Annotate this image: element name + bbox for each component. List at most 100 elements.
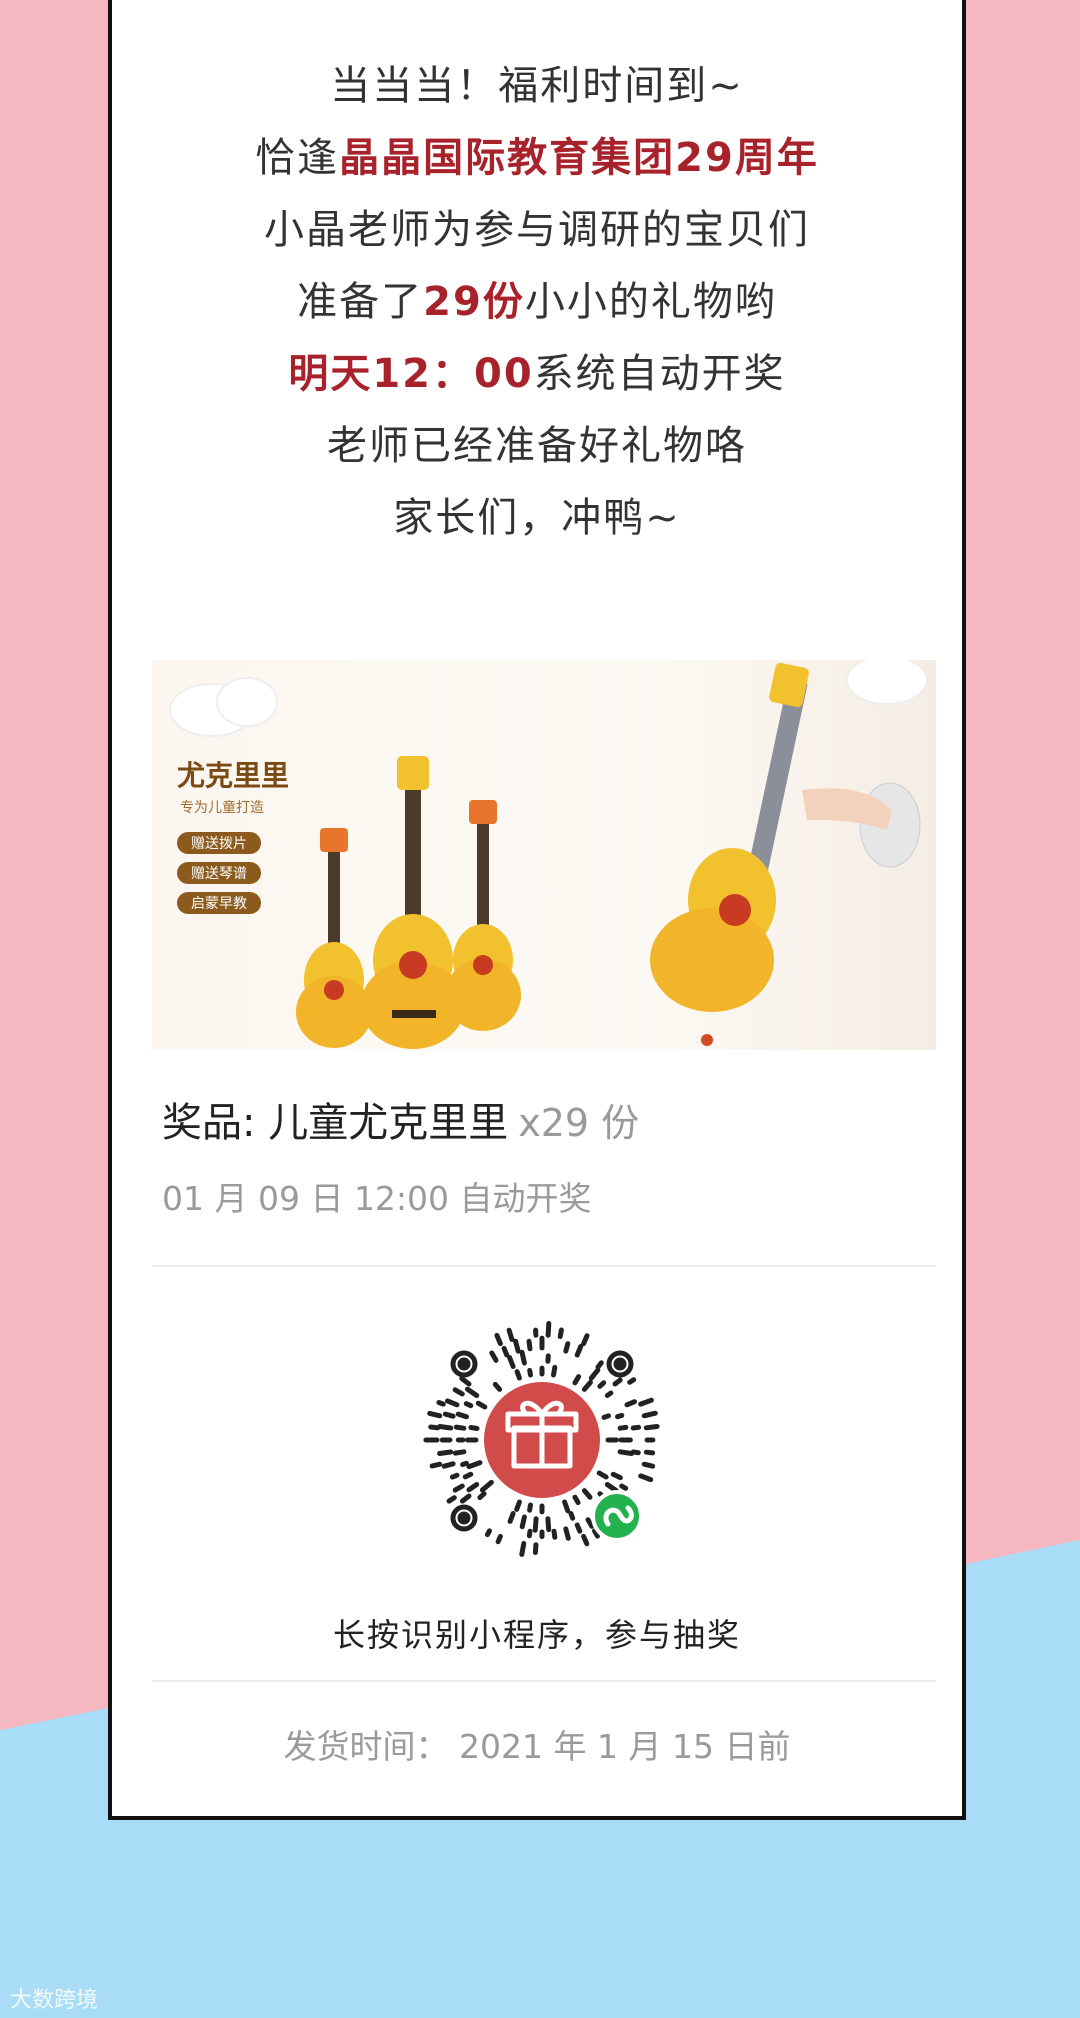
divider [152,1680,936,1682]
qr-dot [477,1491,487,1501]
group-name-highlight: 晶晶国际教育集团29周年 [339,135,819,181]
qr-dot [574,1522,583,1534]
qr-dot [597,1380,607,1389]
qr-dot [581,1488,593,1500]
intro-line-6: 老师已经准备好礼物咯 [327,423,747,469]
ukulele-illustration [445,800,521,1031]
prize-title: 奖品: 儿童尤克里里 x29 份 [162,1100,640,1146]
qr-dot [506,1327,515,1342]
intro-line-4: 准备了29份小小的礼物哟 [297,279,777,325]
qr-dot [437,1424,454,1431]
qr-dot [527,1367,533,1378]
qr-dot [619,1483,629,1491]
product-subtitle: 专为儿童打造 [180,799,264,815]
intro-line-3: 小晶老师为参与调研的宝贝们 [264,207,810,253]
qr-dot [455,1411,469,1420]
qr-dot [452,1449,467,1456]
qr-dot [551,1364,558,1378]
qr-dot [612,1377,623,1387]
qr-eye [606,1350,634,1378]
content-card: 当当当！福利时间到~ 恰逢晶晶国际教育集团29周年 小晶老师为参与调研的宝贝们 … [108,0,966,1820]
qr-dot [601,1413,611,1420]
qr-dot [563,1341,571,1354]
qr-dot [617,1449,635,1456]
qr-dot [545,1321,552,1338]
qr-dot [641,1410,658,1419]
qr-dot [562,1499,571,1514]
svg-text:赠送琴谱: 赠送琴谱 [191,865,247,881]
qr-caption: 长按识别小程序，参与抽奖 [332,1616,741,1654]
qr-dot [519,1540,527,1557]
qr-dot [532,1516,539,1533]
qr-dot [532,1542,539,1555]
qr-dot [501,1345,510,1358]
product-tag: 启蒙早教 [177,892,261,914]
svg-text:赠送拨片: 赠送拨片 [191,835,247,851]
intro-line-2: 恰逢晶晶国际教育集团29周年 [255,135,819,181]
mini-program-code[interactable] [422,1320,662,1560]
qr-dot [437,1449,454,1456]
qr-dot [568,1511,576,1521]
qr-eye [450,1504,478,1532]
qr-dot [610,1471,623,1481]
qr-dot [588,1367,601,1381]
qr-dot [507,1355,516,1369]
qr-dot [638,1473,654,1483]
hand-holding-ukulele-illustration [650,662,921,1046]
qr-dot [617,1424,629,1431]
qr-dot [441,1461,456,1469]
qr-dot [465,1386,480,1398]
qr-dot [463,1401,474,1409]
cloud-icon [169,677,278,737]
qr-dot [513,1338,521,1354]
qr-dot [427,1410,443,1419]
qr-dot [638,1397,654,1407]
qr-dot [551,1528,558,1540]
qr-dot [526,1528,533,1539]
shipping-time: 发货时间： 2021 年 1 月 15 日前 [283,1727,791,1766]
qr-dot [572,1374,582,1386]
qr-dot [453,1424,467,1431]
intro-line-1: 当当当！福利时间到~ [330,63,744,109]
qr-dot [466,1460,483,1470]
qr-dot [468,1425,480,1431]
qr-dot [492,1381,503,1392]
svg-text:启蒙早教: 启蒙早教 [191,895,247,911]
qr-dot [459,1493,472,1504]
intro-line-7: 家长们，冲鸭~ [393,495,681,541]
product-tag: 赠送拨片 [177,832,261,854]
draw-time: 01 月 09 日 12:00 自动开奖 [162,1179,592,1218]
qr-dot [475,1400,488,1410]
qr-dot [442,1411,456,1419]
qr-dot [428,1424,441,1431]
qr-dot [630,1424,642,1431]
qr-dot [615,1412,625,1420]
qr-dot [545,1516,552,1533]
prize-quantity: x29 份 [518,1101,640,1145]
qr-dot [429,1461,443,1469]
qr-dot [466,1482,480,1493]
qr-dot [519,1514,527,1530]
qr-dot [495,1533,503,1545]
qr-dot [563,1526,571,1541]
qr-dot [527,1502,533,1513]
qr-dot [526,1338,533,1352]
qr-dot [514,1369,522,1381]
qr-dot [479,1479,494,1493]
cloud-icon [846,660,928,705]
qr-dot [489,1350,499,1363]
watermark-logo: 大数跨境 [10,1988,99,2013]
qr-dot [627,1377,637,1385]
qr-dot [643,1449,656,1456]
qr-eye [450,1350,478,1378]
qr-dot [460,1460,469,1467]
intro-line-5: 明天12：00系统自动开奖 [288,351,786,397]
qr-dot [446,1495,457,1504]
qr-dot [630,1449,641,1456]
qr-dot [514,1499,522,1512]
qr-dot [494,1332,503,1347]
qr-dot [462,1471,474,1480]
qr-dot [557,1327,564,1340]
qr-dot [452,1387,465,1397]
divider [152,1265,936,1267]
